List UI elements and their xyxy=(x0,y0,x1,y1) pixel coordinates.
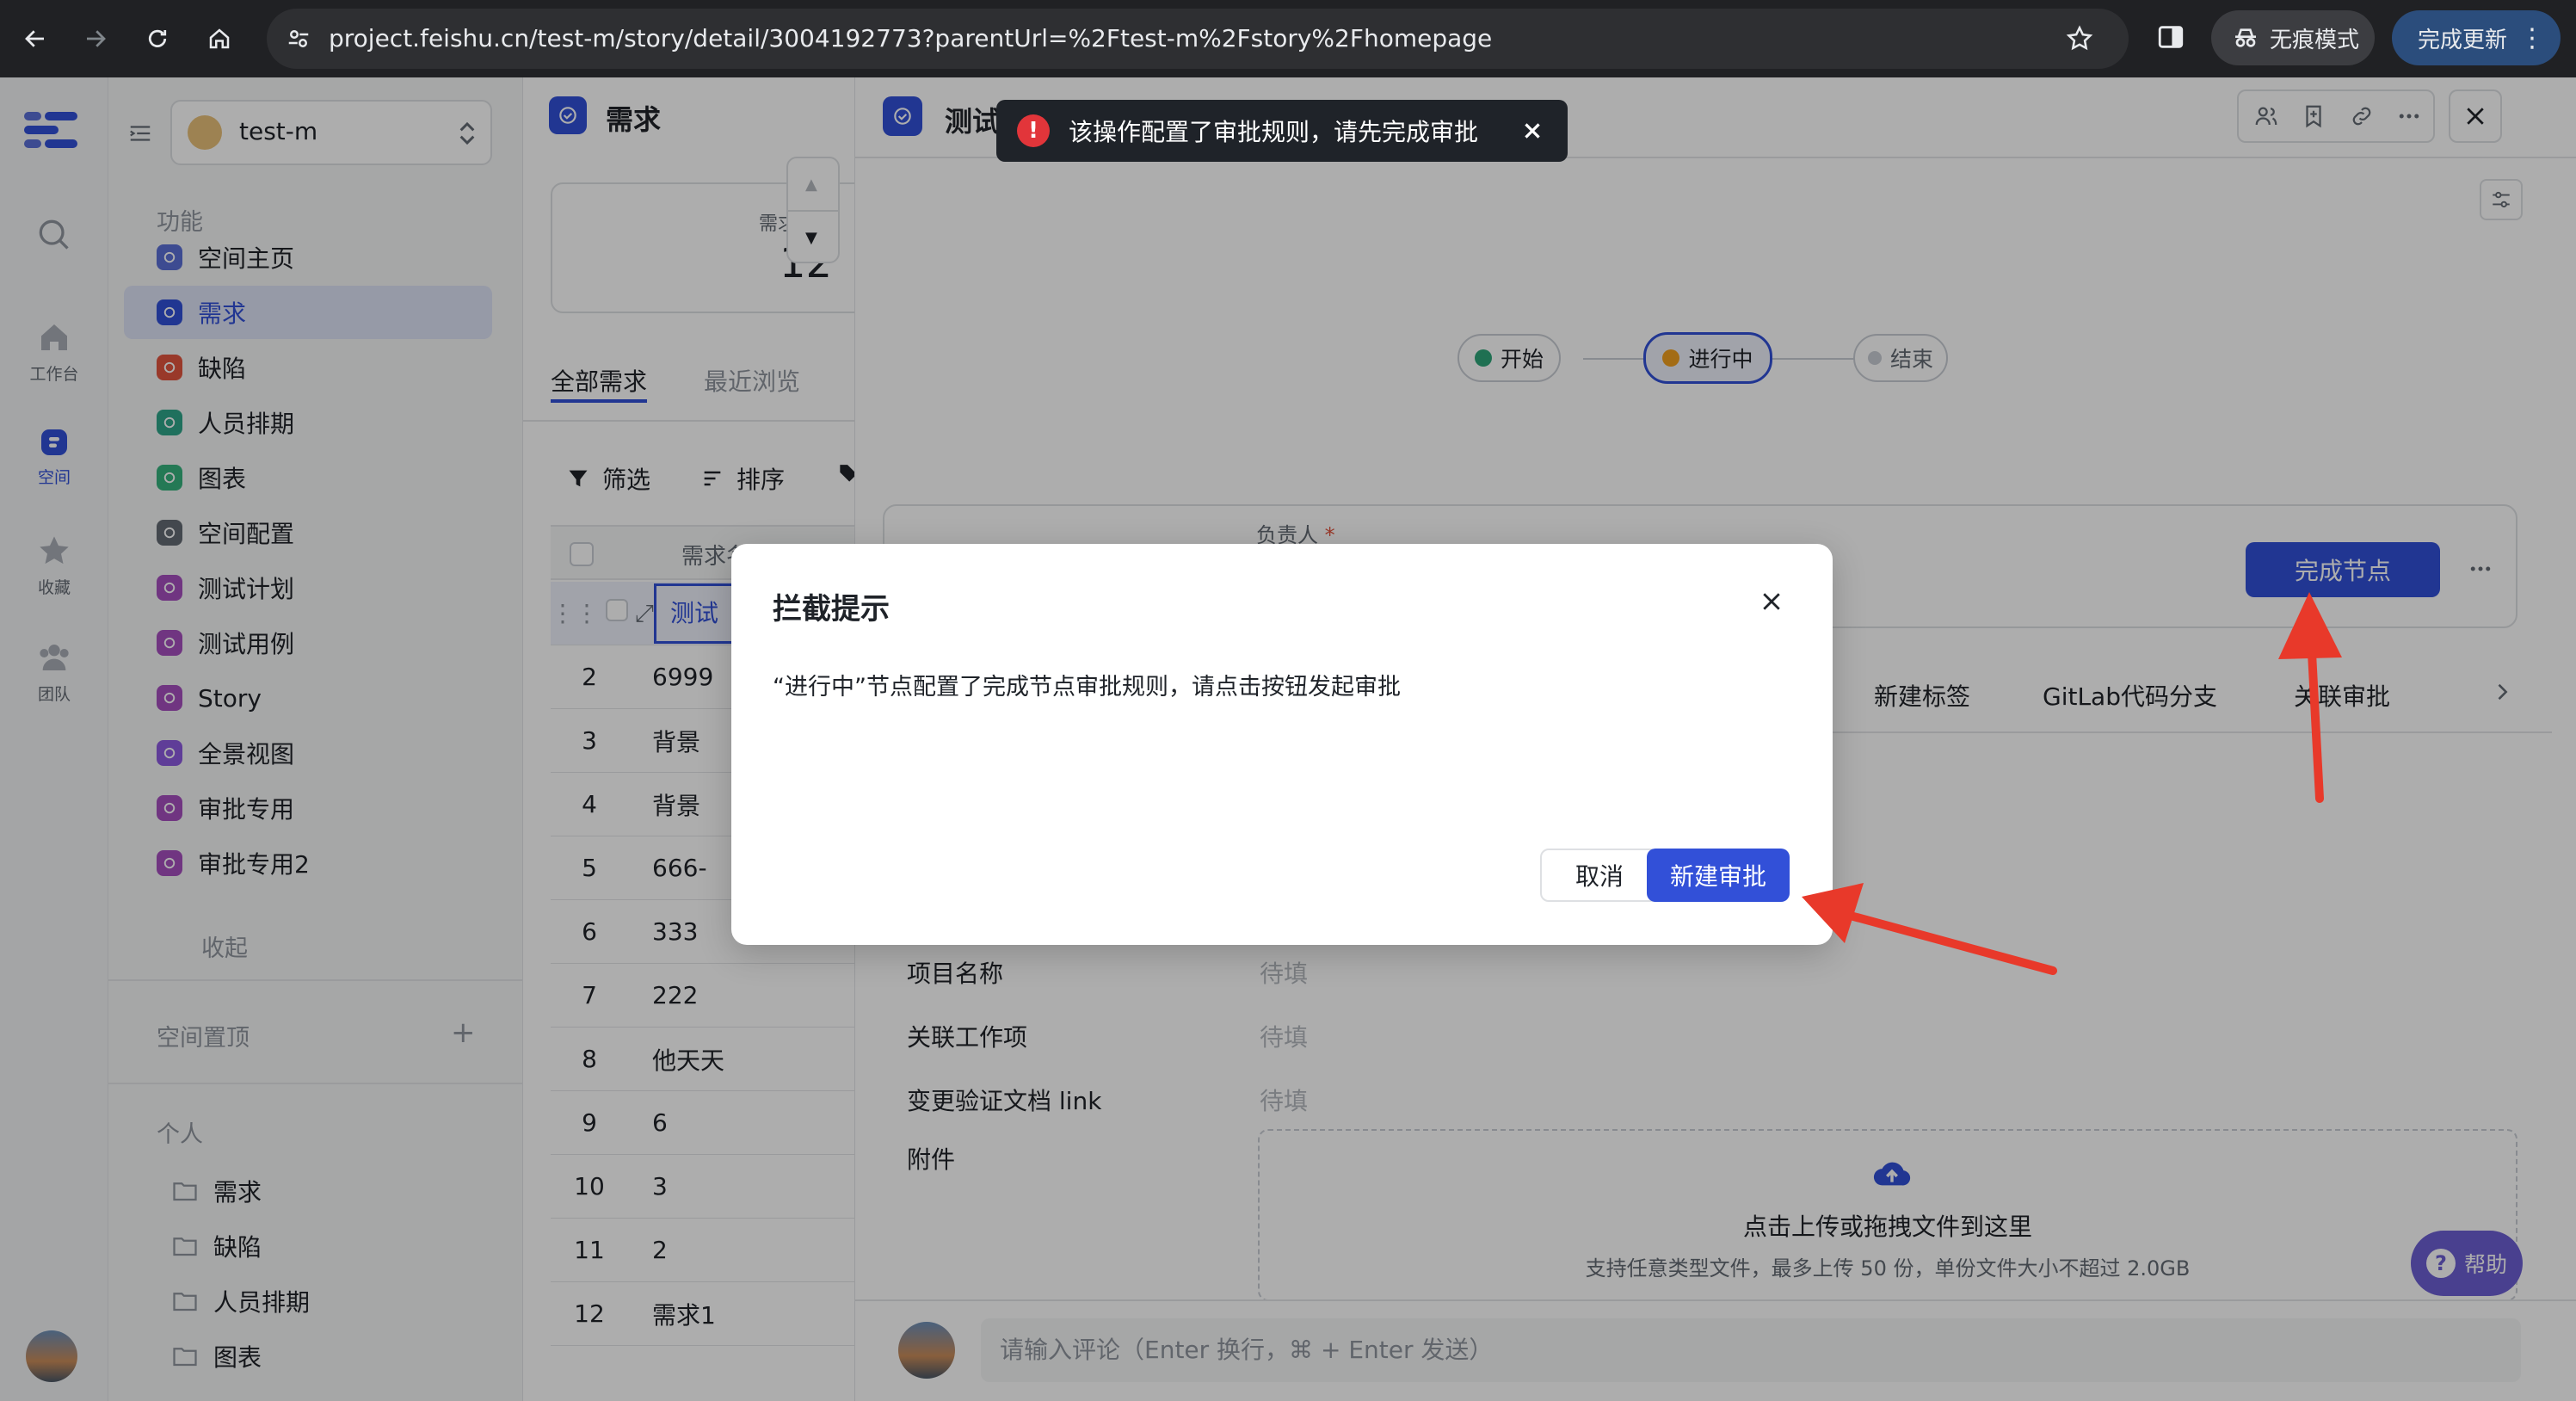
incognito-badge[interactable]: 无痕模式 xyxy=(2211,10,2375,65)
dialog-body: “进行中”节点配置了完成节点审批规则，请点击按钮发起审批 xyxy=(773,674,1401,700)
side-panel-icon[interactable] xyxy=(2156,22,2185,52)
address-bar[interactable]: project.feishu.cn/test-m/story/detail/30… xyxy=(267,9,2129,69)
annotation-arrow-complete xyxy=(2278,592,2342,803)
update-button[interactable]: 完成更新 ⋮ xyxy=(2392,10,2561,65)
dialog-close-icon[interactable] xyxy=(1759,589,1784,614)
back-icon[interactable] xyxy=(15,19,55,59)
home-page-icon[interactable] xyxy=(200,19,239,59)
toast-message: 该操作配置了审批规则，请先完成审批 xyxy=(1069,118,1479,146)
annotation-arrow-dialog xyxy=(1802,883,2057,975)
update-label: 完成更新 xyxy=(2418,27,2508,53)
error-icon: ! xyxy=(1017,114,1050,147)
url-text[interactable]: project.feishu.cn/test-m/story/detail/30… xyxy=(329,9,1492,69)
incognito-label: 无痕模式 xyxy=(2270,27,2360,53)
toast-close-icon[interactable] xyxy=(1521,120,1544,142)
browser-toolbar: project.feishu.cn/test-m/story/detail/30… xyxy=(0,0,2576,77)
incognito-icon xyxy=(2235,28,2256,47)
more-vert-icon: ⋮ xyxy=(2519,22,2546,53)
error-toast: ! 该操作配置了审批规则，请先完成审批 xyxy=(996,100,1568,162)
intercept-dialog: 拦截提示 “进行中”节点配置了完成节点审批规则，请点击按钮发起审批 取消 新建审… xyxy=(731,544,1833,945)
dialog-title: 拦截提示 xyxy=(773,592,890,626)
bookmark-star-icon[interactable] xyxy=(2065,24,2094,53)
forward-icon[interactable] xyxy=(76,19,115,59)
reload-icon[interactable] xyxy=(138,19,177,59)
cancel-button[interactable]: 取消 xyxy=(1540,849,1659,902)
site-settings-icon[interactable] xyxy=(286,26,311,52)
